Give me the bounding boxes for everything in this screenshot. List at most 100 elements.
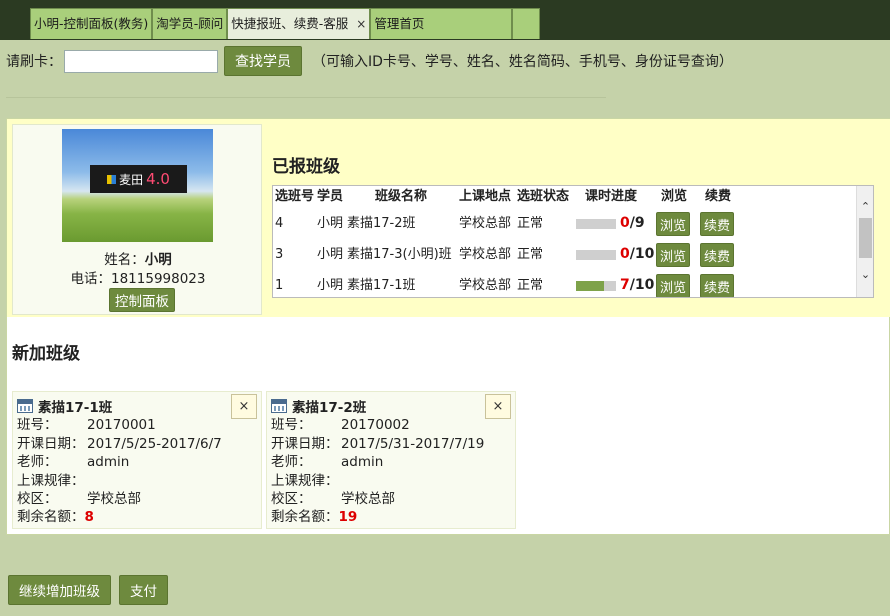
cell-no: 1	[275, 278, 284, 293]
field-value: admin	[87, 454, 130, 470]
field-label: 老师：	[271, 454, 312, 470]
tab-admin-home[interactable]: 管理首页	[370, 8, 513, 39]
add-more-classes-button[interactable]: 继续增加班级	[8, 575, 111, 605]
header-cell: 浏览	[661, 189, 688, 204]
view-button[interactable]: 浏览	[656, 212, 691, 236]
tab-quick-enroll[interactable]: 快捷报班、续费-客服 ×	[227, 8, 371, 39]
header-cell: 上课地点	[459, 189, 512, 204]
field-label: 剩余名额：	[17, 509, 85, 525]
renew-button[interactable]: 续费	[700, 274, 735, 297]
class-dates-row: 开课日期： 2017/5/25-2017/6/7	[17, 435, 222, 453]
view-button[interactable]: 浏览	[656, 274, 691, 297]
progress-total: /10	[629, 246, 655, 262]
class-teacher-row: 老师： admin	[17, 453, 129, 471]
student-name: 小明	[144, 252, 172, 268]
renew-button[interactable]: 续费	[700, 243, 735, 267]
progress-bar	[576, 250, 616, 260]
field-value: 19	[338, 509, 358, 525]
field-label: 老师：	[17, 454, 58, 470]
cell-status: 正常	[517, 247, 544, 262]
pay-button[interactable]: 支付	[119, 575, 168, 605]
control-panel-button[interactable]: 控制面板	[109, 288, 175, 312]
brand-logo: 麦田 4.0	[90, 165, 187, 193]
tab-find-student[interactable]: 淘学员-顾问	[152, 8, 228, 39]
tab-strip: 小明-控制面板(教务) 淘学员-顾问 快捷报班、续费-客服 × 管理首页	[30, 8, 541, 39]
cell-location: 学校总部	[459, 278, 512, 293]
field-label: 校区：	[271, 491, 312, 507]
cell-status: 正常	[517, 216, 544, 231]
table-scrollbar[interactable]: ⌃ ⌄	[856, 186, 873, 297]
field-value: 学校总部	[341, 491, 395, 507]
header-cell: 选班状态	[517, 189, 570, 204]
divider	[6, 97, 606, 98]
phone-label: 电话：	[70, 271, 112, 287]
tab-label: 管理首页	[374, 16, 425, 31]
class-campus-row: 校区： 学校总部	[17, 490, 141, 508]
progress-text: 7/10	[620, 270, 654, 297]
field-value: 20170001	[87, 417, 156, 433]
class-card: 素描17-1班 × 班号： 20170001 开课日期： 2017/5/25-201…	[12, 391, 262, 529]
progress-done: 0	[620, 246, 630, 262]
name-label: 姓名：	[104, 252, 145, 268]
header-cell: 课时进度	[585, 189, 638, 204]
close-icon[interactable]: ×	[356, 10, 366, 38]
search-label: 请刷卡：	[6, 54, 62, 70]
remove-class-button[interactable]: ×	[485, 394, 511, 419]
class-card: 素描17-2班 × 班号： 20170002 开课日期： 2017/5/31-201…	[266, 391, 516, 529]
chevron-up-icon[interactable]: ⌃	[857, 198, 873, 215]
student-photo: 麦田 4.0	[62, 129, 213, 242]
registered-table: 选班号 学员 班级名称 上课地点 选班状态 课时进度 浏览 续费 4 小明 素描…	[272, 185, 874, 298]
field-value: 2017/5/25-2017/6/7	[87, 436, 222, 452]
new-classes-title: 新加班级	[12, 344, 80, 364]
top-bar: 小明-控制面板(教务) 淘学员-顾问 快捷报班、续费-客服 × 管理首页	[0, 0, 890, 40]
field-label: 开课日期：	[17, 436, 85, 452]
scrollbar-thumb[interactable]	[859, 218, 872, 258]
search-hint: （可输入ID卡号、学号、姓名、姓名简码、手机号、身份证号查询）	[312, 54, 733, 70]
tab-empty[interactable]	[512, 8, 541, 39]
cell-student: 小明	[317, 278, 344, 293]
field-value: 20170002	[341, 417, 410, 433]
class-remain-row: 剩余名额：8	[17, 508, 94, 526]
remove-class-button[interactable]: ×	[231, 394, 257, 419]
tab-student-control-panel[interactable]: 小明-控制面板(教务)	[30, 8, 153, 39]
tab-label: 小明-控制面板(教务)	[34, 16, 149, 31]
student-name-line: 姓名：小明	[13, 248, 263, 268]
progress-bar	[576, 281, 616, 291]
search-row: 请刷卡： 查找学员 （可输入ID卡号、学号、姓名、姓名简码、手机号、身份证号查询…	[6, 46, 733, 76]
header-cell: 选班号	[275, 189, 315, 204]
header-cell: 班级名称	[375, 189, 428, 204]
class-dates-row: 开课日期： 2017/5/31-2017/7/19	[271, 435, 484, 453]
class-remain-row: 剩余名额：19	[271, 508, 357, 526]
student-phone: 18115998023	[111, 271, 206, 287]
student-card: 麦田 4.0 姓名：小明 电话：18115998023 控制面板	[12, 124, 262, 315]
cell-class: 素描17-2班	[347, 216, 416, 231]
field-value: admin	[341, 454, 384, 470]
find-student-button[interactable]: 查找学员	[224, 46, 302, 76]
class-campus-row: 校区： 学校总部	[271, 490, 395, 508]
table-row: 4 小明 素描17-2班 学校总部 正常 0/9 浏览 续费	[273, 208, 855, 239]
view-button[interactable]: 浏览	[656, 243, 691, 267]
calendar-icon	[17, 399, 33, 413]
field-label: 上课规律：	[271, 473, 339, 489]
chevron-down-icon[interactable]: ⌄	[857, 266, 873, 283]
field-label: 班号：	[17, 417, 58, 433]
progress-text: 0/9	[620, 208, 645, 239]
progress-done: 0	[620, 215, 630, 231]
card-input[interactable]	[64, 49, 218, 73]
cell-student: 小明	[317, 216, 344, 231]
logo-text: 麦田	[119, 172, 144, 187]
field-value: 2017/5/31-2017/7/19	[341, 436, 485, 452]
header-cell: 学员	[317, 189, 344, 204]
progress-total: /9	[629, 215, 645, 231]
field-label: 校区：	[17, 491, 58, 507]
class-name: 素描17-2班	[292, 400, 367, 416]
tab-label: 淘学员-顾问	[156, 16, 224, 31]
progress-text: 0/10	[620, 239, 654, 270]
class-card-header: 素描17-2班	[271, 396, 366, 416]
calendar-icon	[271, 399, 287, 413]
field-label: 班号：	[271, 417, 312, 433]
cell-class: 素描17-1班	[347, 278, 416, 293]
field-value: 学校总部	[87, 491, 141, 507]
tab-label: 快捷报班、续费-客服	[231, 16, 349, 31]
renew-button[interactable]: 续费	[700, 212, 735, 236]
